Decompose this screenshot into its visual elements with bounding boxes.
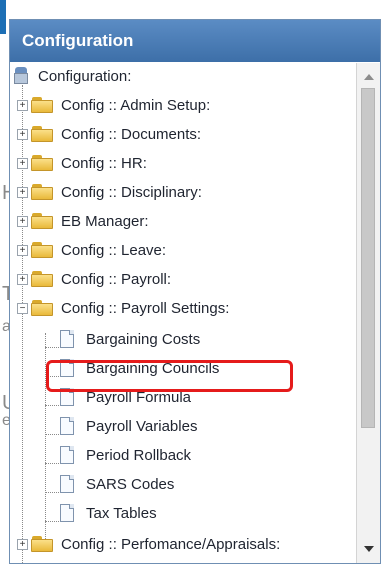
- expand-icon[interactable]: +: [17, 186, 28, 198]
- tree-folder-label: Config :: HR:: [61, 154, 147, 172]
- expand-icon[interactable]: +: [17, 215, 28, 227]
- tree-item-sars-codes[interactable]: SARS Codes: [60, 471, 174, 497]
- tree-folder-label: EB Manager:: [61, 212, 149, 230]
- document-icon: [60, 416, 76, 436]
- tree-folder-hr[interactable]: + Config :: HR:: [17, 150, 147, 176]
- folder-icon: [31, 536, 55, 552]
- expand-icon[interactable]: +: [17, 538, 28, 550]
- tree-item-bargaining-costs[interactable]: Bargaining Costs: [60, 326, 200, 352]
- tree-connector: [45, 463, 59, 464]
- tree-folder-label: Config :: Admin Setup:: [61, 96, 211, 114]
- scroll-up-button[interactable]: [357, 63, 380, 85]
- configuration-panel: Configuration Configuration: + Config ::…: [9, 19, 381, 564]
- tree-item-label: Payroll Variables: [86, 417, 198, 435]
- tree-connector: [45, 434, 59, 435]
- document-icon: [60, 503, 76, 523]
- tree-connector: [45, 347, 59, 348]
- folder-icon: [31, 213, 55, 229]
- document-icon: [60, 445, 76, 465]
- tree-item-period-rollback[interactable]: Period Rollback: [60, 442, 191, 468]
- tree-folder-label: Config :: Perfomance/Appraisals:: [61, 535, 281, 553]
- tree-folder-label: Config :: Payroll:: [61, 270, 172, 288]
- configuration-root-icon: [14, 67, 30, 85]
- expand-icon[interactable]: +: [17, 273, 28, 285]
- tree-folder-eb-manager[interactable]: + EB Manager:: [17, 208, 149, 234]
- expand-icon[interactable]: +: [17, 99, 28, 111]
- tree-folder-payroll[interactable]: + Config :: Payroll:: [17, 266, 171, 292]
- expand-icon[interactable]: +: [17, 128, 28, 140]
- tree-item-label: Period Rollback: [86, 446, 192, 464]
- tree-folder-documents[interactable]: + Config :: Documents:: [17, 121, 201, 147]
- tree-item-label: Tax Tables: [86, 504, 157, 522]
- arrow-down-icon: [364, 546, 374, 552]
- tree-item-payroll-variables[interactable]: Payroll Variables: [60, 413, 197, 439]
- tree-connector: [45, 521, 59, 522]
- arrow-up-icon: [364, 74, 374, 80]
- background-accent-bar: [0, 0, 6, 34]
- folder-icon: [31, 126, 55, 142]
- tree-item-label: Bargaining Costs: [86, 330, 201, 348]
- tree-folder-label: Config :: Disciplinary:: [61, 183, 202, 201]
- scrollbar-thumb[interactable]: [361, 88, 375, 428]
- expand-icon[interactable]: +: [17, 244, 28, 256]
- tree-folder-label: Config :: Payroll Settings:: [61, 299, 230, 317]
- folder-icon: [31, 97, 55, 113]
- vertical-scrollbar[interactable]: [356, 63, 380, 563]
- collapse-icon[interactable]: −: [17, 302, 28, 314]
- highlight-box: [46, 360, 293, 392]
- tree-folder-label: Config :: Leave:: [61, 241, 167, 259]
- document-icon: [60, 474, 76, 494]
- tree-root[interactable]: Configuration:: [14, 63, 131, 89]
- tree-folder-performance-appraisals[interactable]: + Config :: Perfomance/Appraisals:: [17, 531, 280, 557]
- tree-folder-label: Config :: Documents:: [61, 125, 202, 143]
- expand-icon[interactable]: +: [17, 157, 28, 169]
- tree-connector: [45, 492, 59, 493]
- tree-folder-payroll-settings[interactable]: − Config :: Payroll Settings:: [17, 295, 229, 321]
- tree-item-label: SARS Codes: [86, 475, 175, 493]
- folder-icon: [31, 184, 55, 200]
- document-icon: [60, 329, 76, 349]
- open-folder-icon: [31, 300, 55, 316]
- tree-folder-leave[interactable]: + Config :: Leave:: [17, 237, 166, 263]
- panel-title: Configuration: [10, 20, 380, 62]
- scroll-down-button[interactable]: [357, 541, 380, 563]
- tree-folder-disciplinary[interactable]: + Config :: Disciplinary:: [17, 179, 202, 205]
- tree-root-label: Configuration:: [38, 67, 132, 85]
- folder-icon: [31, 271, 55, 287]
- folder-icon: [31, 242, 55, 258]
- tree-connector: [45, 405, 59, 406]
- tree-folder-admin-setup[interactable]: + Config :: Admin Setup:: [17, 92, 210, 118]
- configuration-tree: Configuration: + Config :: Admin Setup: …: [10, 63, 356, 563]
- tree-item-tax-tables[interactable]: Tax Tables: [60, 500, 157, 526]
- folder-icon: [31, 155, 55, 171]
